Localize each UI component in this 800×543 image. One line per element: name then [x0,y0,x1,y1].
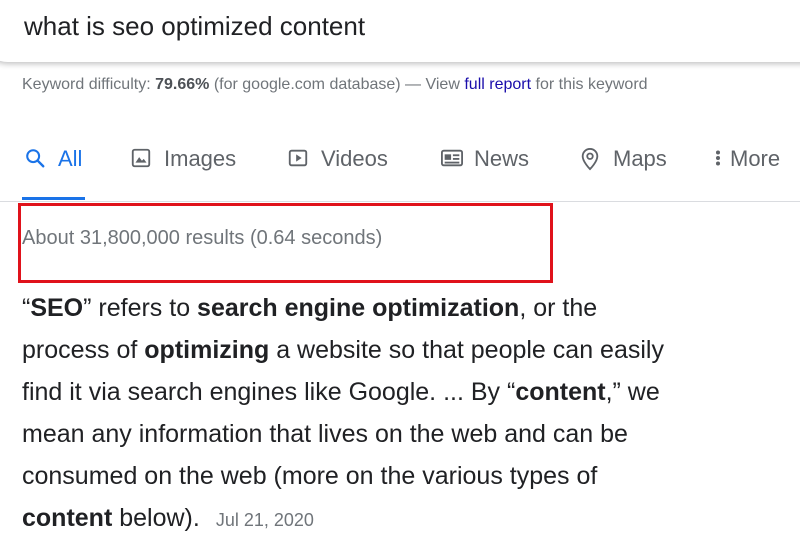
kd-label: Keyword difficulty: [22,76,151,93]
image-icon [130,147,154,171]
active-tab-indicator [22,197,85,200]
snippet-bold: search engine optimization [197,294,520,322]
tab-all[interactable]: All [24,146,82,172]
tab-news[interactable]: News [440,146,529,172]
snippet-text: process of [22,336,145,364]
snippet-date: Jul 21, 2020 [215,510,314,530]
tab-maps[interactable]: Maps [579,146,667,172]
full-report-link[interactable]: full report [464,76,531,93]
tabs-divider [0,201,800,202]
snippet-text: ” refers to [83,294,198,322]
snippet-line: mean any information that lives on the w… [22,420,628,448]
snippet-text: ,” we [605,378,660,406]
snippet-text: find it via search engines like Google. … [22,378,516,406]
snippet-bold: content [515,378,606,406]
tab-label: Images [164,146,237,171]
search-icon [24,147,48,171]
snippet-bold: optimizing [144,336,270,364]
keyword-difficulty-bar: Keyword difficulty: 79.66% (for google.c… [22,76,648,94]
snippet-line: “SEO” refers to search engine optimizati… [22,287,792,329]
more-vert-icon [712,147,724,171]
tab-more[interactable]: More [712,146,780,172]
tab-videos[interactable]: Videos [287,146,388,172]
kd-value: 79.66% [155,76,210,93]
tab-images[interactable]: Images [130,146,236,172]
tab-label: News [474,146,530,171]
video-icon [287,147,311,171]
tab-label: Videos [321,146,388,171]
featured-snippet: “SEO” refers to search engine optimizati… [22,287,792,541]
snippet-line: process of optimizing a website so that … [22,329,792,371]
kd-suffix: for this keyword [535,76,648,93]
highlight-annotation-box [18,203,553,283]
snippet-bold: content [22,504,113,532]
news-icon [440,147,464,171]
tab-label: All [58,146,83,171]
snippet-line: content below). Jul 21, 2020 [22,497,792,541]
snippet-text: , or the [519,294,598,322]
tab-label: More [730,146,781,171]
search-query[interactable]: what is seo optimized content [24,11,365,42]
kd-database: (for google.com database) — View [213,76,460,93]
search-tabs: All Images Videos News Maps More [0,140,800,202]
snippet-text: a website so that people can easily [269,336,664,364]
snippet-text: below). [112,504,200,532]
snippet-bold: SEO [30,294,84,322]
tab-label: Maps [613,146,667,171]
map-pin-icon [579,147,603,171]
snippet-line: consumed on the web (more on the various… [22,462,598,490]
snippet-line: find it via search engines like Google. … [22,371,792,413]
